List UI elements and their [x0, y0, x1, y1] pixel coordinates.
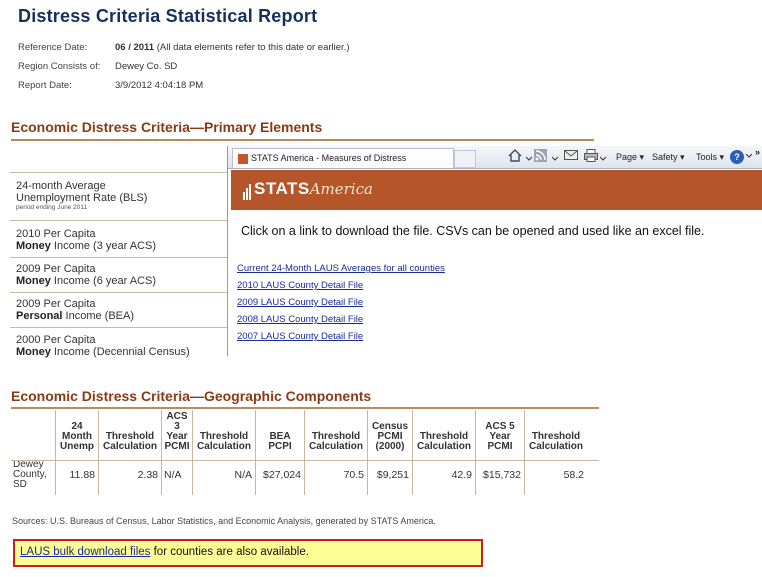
col-header-24-month-unemp: 24 Month Unemp — [55, 410, 99, 455]
geographic-table-header: 24 Month Unemp Threshold Calculation ACS 3 Ye… — [11, 410, 587, 455]
cell-value: $9,251 — [367, 455, 413, 495]
cell-value: N/A — [192, 455, 256, 495]
laus-bulk-download-link[interactable]: LAUS bulk download files — [20, 546, 150, 558]
logo-bars-icon — [243, 180, 252, 200]
geographic-header-divider — [11, 460, 599, 461]
chevron-down-icon[interactable] — [599, 151, 607, 167]
download-link-2008[interactable]: 2008 LAUS County Detail File — [237, 314, 363, 325]
bulk-download-callout: LAUS bulk download files for counties ar… — [13, 539, 483, 567]
geographic-heading-rule — [11, 407, 599, 409]
col-header-acs5-pcmi: ACS 5 Year PCMI — [475, 410, 525, 455]
chevron-down-icon[interactable] — [745, 147, 753, 164]
report-title: Distress Criteria Statistical Report — [18, 6, 318, 26]
geographic-components-heading: Economic Distress Criteria—Geographic Co… — [11, 388, 372, 404]
cell-value: 11.88 — [55, 455, 99, 495]
chevron-down-icon[interactable] — [551, 151, 559, 167]
criteria-item-unemployment: 24-month Average Unemployment Rate (BLS)… — [16, 180, 148, 211]
col-header-threshold: Threshold Calculation — [304, 410, 368, 455]
cell-value: $15,732 — [475, 455, 525, 495]
browser-tab-title: STATS America - Measures of Distress — [251, 153, 407, 163]
favicon-icon — [238, 153, 248, 164]
download-link-2007[interactable]: 2007 LAUS County Detail File — [237, 331, 363, 342]
rss-icon[interactable] — [534, 149, 547, 167]
tools-menu[interactable]: Tools ▾ — [696, 149, 724, 165]
primary-item-separator — [10, 220, 227, 221]
col-header-area — [11, 410, 56, 455]
criteria-item-2000-pcmi: 2000 Per Capita Money Income (Decennial … — [16, 334, 190, 358]
cell-value: $27,024 — [255, 455, 305, 495]
cell-value: N/A — [161, 455, 193, 495]
browser-window: STATS America - Measures of Distress Pag… — [227, 146, 762, 356]
criteria-item-2009-pcpi: 2009 Per Capita Personal Income (BEA) — [16, 298, 134, 322]
primary-item-separator — [10, 292, 227, 293]
download-link-2010[interactable]: 2010 LAUS County Detail File — [237, 280, 363, 291]
reference-date-value: 06 / 2011 (All data elements refer to th… — [115, 42, 350, 53]
col-header-acs3-pcmi: ACS 3 Year PCMI — [161, 410, 193, 455]
col-header-census-pcmi: Census PCMI (2000) — [367, 410, 413, 455]
cell-value: 58.2 — [563, 469, 584, 481]
criteria-item-2010-pcmi: 2010 Per Capita Money Income (3 year ACS… — [16, 228, 156, 252]
cell-area: Dewey County, SD — [11, 455, 56, 495]
cell-value: 42.9 — [412, 455, 476, 495]
page-menu[interactable]: Page ▾ — [616, 149, 644, 165]
col-header-bea-pcpi: BEA PCPI — [255, 410, 305, 455]
col-header-threshold: Threshold Calculation — [412, 410, 476, 455]
report-date-label: Report Date: — [18, 80, 72, 91]
download-link-2009[interactable]: 2009 LAUS County Detail File — [237, 297, 363, 308]
stats-america-logo: STATSAmerica — [243, 179, 373, 200]
mail-icon[interactable] — [564, 149, 578, 166]
cell-value: 2.38 — [98, 455, 162, 495]
reference-date-label: Reference Date: — [18, 42, 88, 53]
help-icon[interactable]: ? — [730, 150, 744, 164]
stats-america-banner: STATSAmerica — [231, 170, 762, 210]
col-header-threshold: Threshold Calculation — [529, 431, 583, 452]
criteria-item-2009-pcmi: 2009 Per Capita Money Income (6 year ACS… — [16, 263, 156, 287]
col-header-threshold: Threshold Calculation — [98, 410, 162, 455]
download-link-current-laus[interactable]: Current 24-Month LAUS Averages for all c… — [237, 263, 445, 274]
new-tab-button[interactable] — [454, 150, 476, 168]
download-instruction: Click on a link to download the file. CS… — [241, 224, 705, 238]
region-value: Dewey Co. SD — [115, 61, 178, 72]
geographic-table: 24 Month Unemp Threshold Calculation ACS 3 Ye… — [11, 410, 587, 495]
region-label: Region Consists of: — [18, 61, 101, 72]
browser-command-bar: STATS America - Measures of Distress Pag… — [228, 146, 762, 169]
chevron-down-icon[interactable] — [525, 151, 533, 167]
primary-item-separator — [10, 327, 227, 328]
more-tools-chevron-icon[interactable]: » — [755, 144, 760, 160]
cell-value: 70.5 — [304, 455, 368, 495]
table-row: Dewey County, SD 11.88 2.38 N/A N/A $27,02… — [11, 455, 587, 495]
primary-elements-heading: Economic Distress Criteria—Primary Eleme… — [11, 119, 323, 135]
primary-item-separator — [10, 172, 227, 173]
primary-item-separator — [10, 257, 227, 258]
home-icon[interactable] — [508, 149, 522, 167]
primary-heading-rule — [11, 139, 594, 141]
report-date-value: 3/9/2012 4:04:18 PM — [115, 80, 204, 91]
callout-text: LAUS bulk download files for counties ar… — [20, 546, 309, 558]
sources-note: Sources: U.S. Bureaus of Census, Labor S… — [12, 516, 436, 526]
safety-menu[interactable]: Safety ▾ — [652, 149, 685, 165]
col-header-threshold: Threshold Calculation — [192, 410, 256, 455]
print-icon[interactable] — [584, 149, 598, 167]
browser-tab[interactable]: STATS America - Measures of Distress — [232, 148, 454, 168]
